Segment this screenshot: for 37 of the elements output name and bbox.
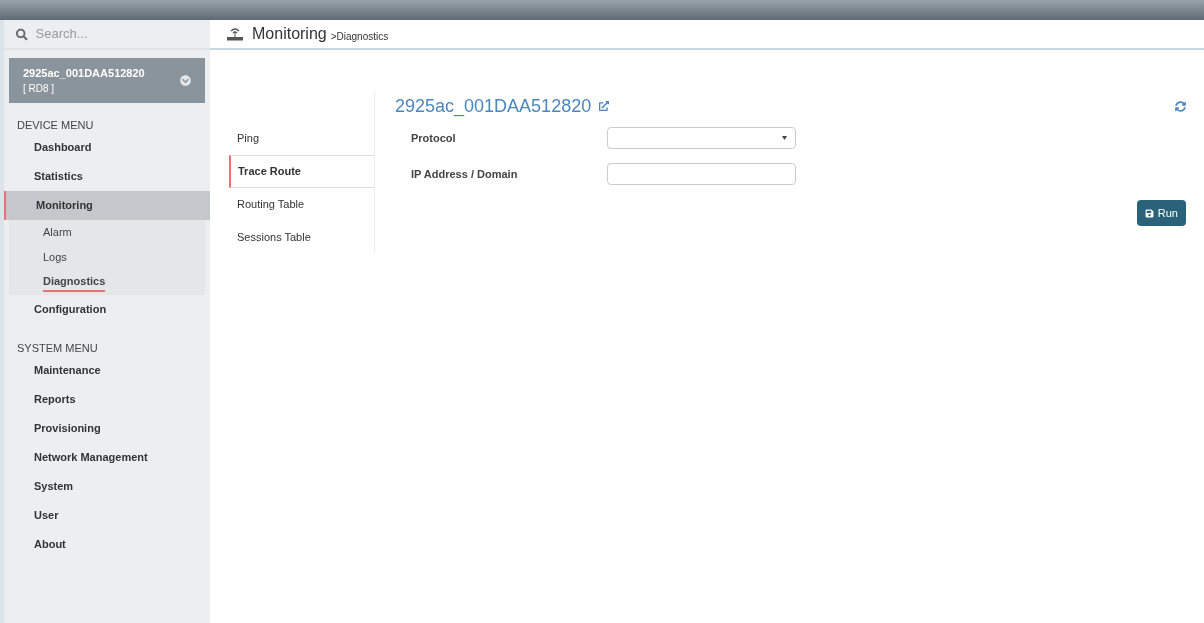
- breadcrumb: >Diagnostics: [330, 29, 389, 44]
- side-tab[interactable]: Trace Route: [229, 155, 374, 188]
- page-title: Monitoring: [252, 24, 327, 44]
- device-tag: [ RD8 ]: [23, 80, 180, 96]
- external-link-icon[interactable]: [599, 101, 610, 111]
- submenu-item[interactable]: Alarm: [43, 224, 72, 241]
- run-button[interactable]: Run: [1136, 200, 1186, 226]
- router-icon: [226, 27, 244, 41]
- menu-item[interactable]: User: [4, 501, 210, 530]
- side-tab[interactable]: Ping: [229, 122, 374, 155]
- device-name: 2925ac_001DAA512820: [23, 65, 146, 81]
- side-tab[interactable]: Routing Table: [229, 188, 374, 221]
- dropdown-caret-icon: [782, 136, 787, 140]
- submenu-item[interactable]: Logs: [43, 249, 67, 266]
- menu-item[interactable]: Maintenance: [4, 356, 210, 385]
- menu-heading: SYSTEM MENU: [16, 341, 99, 356]
- save-icon: [1144, 208, 1154, 218]
- menu-item[interactable]: Dashboard: [4, 133, 210, 162]
- menu-item[interactable]: Reports: [4, 385, 210, 414]
- search-icon: [16, 27, 28, 41]
- side-tab[interactable]: Sessions Table: [229, 221, 374, 254]
- field-label: IP Address / Domain: [411, 166, 519, 182]
- search-field[interactable]: Search...: [35, 24, 198, 44]
- device-title: 2925ac_001DAA512820: [395, 94, 592, 119]
- chevron-icon: [180, 75, 191, 86]
- menu-item[interactable]: About: [4, 530, 210, 559]
- menu-item[interactable]: Provisioning: [4, 414, 210, 443]
- menu-item[interactable]: Configuration: [4, 295, 210, 324]
- menu-item[interactable]: Monitoring: [4, 191, 210, 220]
- menu-heading: DEVICE MENU: [16, 118, 95, 133]
- refresh-icon[interactable]: [1175, 100, 1186, 112]
- input-field[interactable]: [607, 163, 796, 185]
- menu-item[interactable]: System: [4, 472, 210, 501]
- submenu-item[interactable]: Diagnostics: [43, 272, 106, 293]
- menu-item[interactable]: Network Management: [4, 443, 210, 472]
- field-label: Protocol: [411, 130, 457, 146]
- menu-item[interactable]: Statistics: [4, 162, 210, 191]
